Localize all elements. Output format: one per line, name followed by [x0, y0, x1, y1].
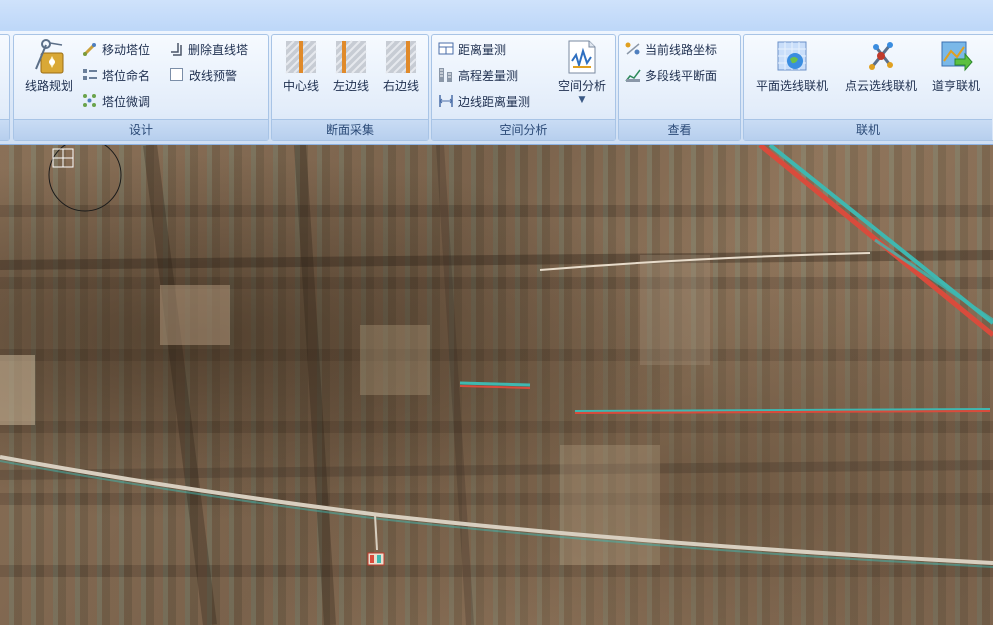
delete-line-tower-label: 删除直线塔 — [188, 43, 249, 57]
map-overlay — [0, 145, 993, 625]
route-plan-icon — [35, 39, 64, 74]
spatial-analysis-icon — [568, 40, 596, 74]
elevation-measure-icon — [439, 68, 452, 82]
reroute-warning-label: 改线预警 — [189, 69, 238, 83]
distance-measure-icon — [438, 42, 454, 55]
daoheng-link-button[interactable]: 道亨联机 — [927, 39, 985, 94]
center-line-label: 中心线 — [282, 79, 319, 93]
reroute-warning-checkbox[interactable]: 改线预警 — [168, 65, 237, 87]
daoheng-link-icon — [941, 41, 973, 72]
link-group-label: 联机 — [744, 119, 992, 140]
name-tower-button[interactable]: 塔位命名 — [82, 65, 150, 87]
edge-distance-measure-button[interactable]: 边线距离量测 — [438, 91, 530, 113]
name-tower-icon — [83, 69, 97, 80]
cloud-select-link-label: 点云选线联机 — [844, 79, 917, 93]
right-line-icon — [385, 40, 417, 74]
left-line-icon — [335, 40, 367, 74]
plane-select-link-icon — [777, 41, 807, 71]
spatial-analysis-label: 空间分析 — [557, 79, 606, 93]
spatial-analysis-dropdown-icon[interactable]: ▼ — [552, 94, 612, 106]
name-tower-label: 塔位命名 — [102, 69, 151, 83]
ribbon-group-partial — [0, 34, 10, 141]
current-coords-icon — [625, 42, 640, 55]
ribbon-group-design: 线路规划 移动塔位 塔位命名 塔位微调 删除直线塔 改线预警 设计 — [13, 34, 269, 141]
move-tower-label: 移动塔位 — [102, 43, 151, 57]
multi-plan-label: 多段线平断面 — [645, 69, 718, 83]
ribbon-group-view: 当前线路坐标 多段线平断面 查看 — [618, 34, 741, 141]
ribbon: 线路规划 移动塔位 塔位命名 塔位微调 删除直线塔 改线预警 设计 中心线 左边… — [0, 31, 993, 145]
reroute-warning-checkbox-box[interactable] — [170, 68, 183, 81]
elevation-measure-button[interactable]: 高程差量测 — [438, 65, 518, 87]
multi-plan-icon — [625, 69, 641, 82]
delete-line-tower-button[interactable]: 删除直线塔 — [168, 39, 248, 61]
current-coords-button[interactable]: 当前线路坐标 — [625, 39, 717, 61]
route-plan-button[interactable]: 线路规划 — [18, 39, 80, 94]
view-group-label: 查看 — [619, 119, 740, 140]
section-group-label: 断面采集 — [272, 119, 428, 140]
ribbon-group-spatial: 距离量测 高程差量测 边线距离量测 空间分析 ▼ 空间分析 — [431, 34, 616, 141]
cloud-select-link-icon — [869, 42, 893, 70]
edge-distance-measure-label: 边线距离量测 — [458, 95, 531, 109]
ribbon-group-section: 中心线 左边线 右边线 断面采集 — [271, 34, 429, 141]
right-line-label: 右边线 — [382, 79, 419, 93]
current-coords-label: 当前线路坐标 — [645, 43, 718, 57]
ribbon-group-link: 平面选线联机 点云选线联机 道亨联机 联机 — [743, 34, 993, 141]
fine-tune-tower-label: 塔位微调 — [102, 95, 151, 109]
spatial-group-label: 空间分析 — [432, 119, 615, 140]
daoheng-link-label: 道亨联机 — [931, 79, 980, 93]
center-line-icon — [285, 40, 317, 74]
plane-select-link-button[interactable]: 平面选线联机 — [749, 39, 835, 94]
edge-distance-measure-icon — [439, 95, 453, 107]
fine-tune-tower-button[interactable]: 塔位微调 — [82, 91, 150, 113]
center-line-button[interactable]: 中心线 — [278, 39, 324, 94]
delete-line-tower-icon — [171, 43, 182, 56]
title-bar — [0, 0, 993, 31]
spatial-analysis-button[interactable]: 空间分析 ▼ — [552, 39, 612, 106]
distance-measure-button[interactable]: 距离量测 — [438, 39, 506, 61]
move-tower-button[interactable]: 移动塔位 — [82, 39, 150, 61]
right-line-button[interactable]: 右边线 — [378, 39, 424, 94]
plane-select-link-label: 平面选线联机 — [755, 79, 828, 93]
left-line-label: 左边线 — [332, 79, 369, 93]
move-tower-icon — [83, 43, 96, 56]
distance-measure-label: 距离量测 — [458, 43, 507, 57]
route-plan-label: 线路规划 — [24, 79, 73, 93]
left-line-button[interactable]: 左边线 — [328, 39, 374, 94]
map-view[interactable] — [0, 145, 993, 625]
multi-plan-button[interactable]: 多段线平断面 — [625, 65, 717, 87]
design-group-label: 设计 — [14, 119, 268, 140]
cloud-select-link-button[interactable]: 点云选线联机 — [838, 39, 924, 94]
fine-tune-tower-icon — [83, 94, 96, 107]
elevation-measure-label: 高程差量测 — [458, 69, 519, 83]
